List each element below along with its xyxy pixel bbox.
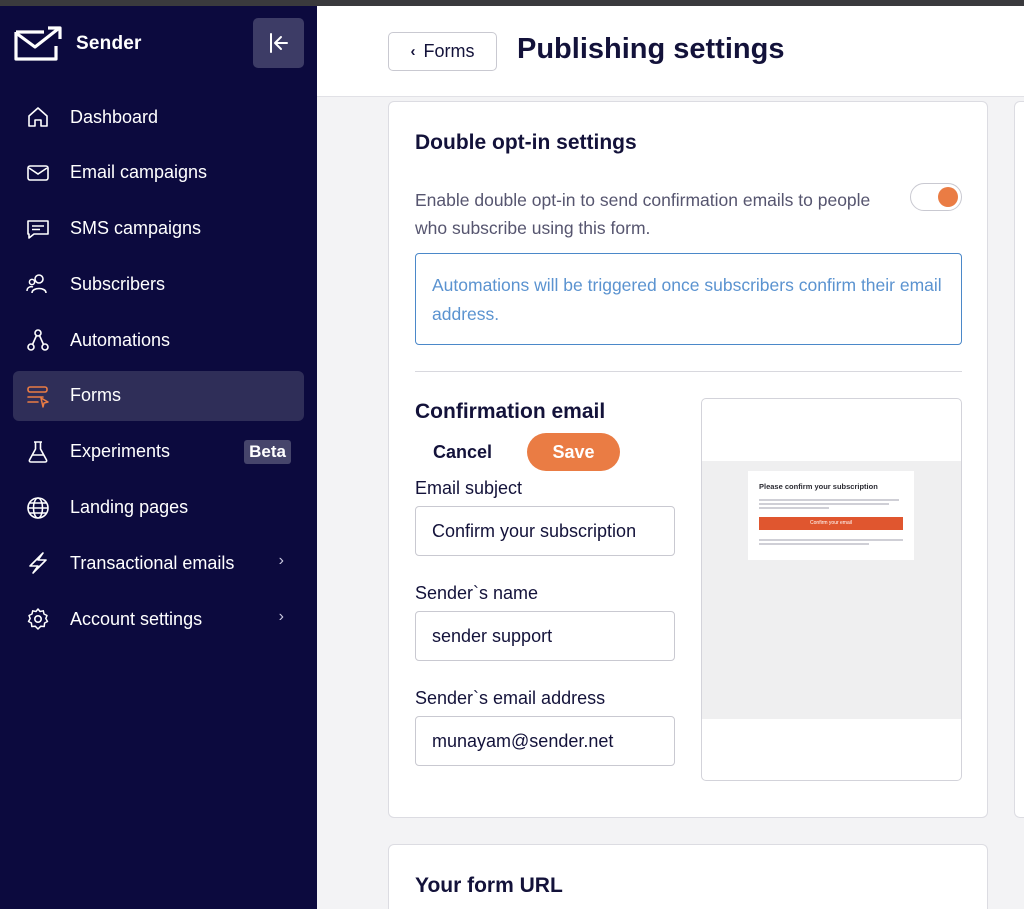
forms-icon — [25, 383, 50, 408]
chat-icon — [25, 216, 50, 241]
toggle-knob — [938, 187, 958, 207]
collapse-left-icon — [269, 33, 288, 53]
sidebar-item-label: Dashboard — [70, 106, 159, 127]
brand-name: Sender — [76, 33, 142, 54]
page-title: Publishing settings — [517, 33, 785, 65]
preview-heading: Please confirm your subscription — [759, 482, 878, 491]
lightning-icon — [25, 551, 50, 576]
sidebar-item-experiments[interactable]: Experiments Beta — [13, 427, 304, 477]
preview-confirm-button: Confirm your email — [759, 517, 903, 530]
automation-info-box: Automations will be triggered once subsc… — [415, 253, 962, 345]
sender-logo-icon — [14, 26, 62, 61]
sidebar-item-label: Subscribers — [70, 273, 166, 294]
sidebar-item-transactional-emails[interactable]: Transactional emails › — [13, 538, 304, 588]
email-subject-label: Email subject — [415, 478, 523, 498]
sidebar-item-email-campaigns[interactable]: Email campaigns — [13, 148, 304, 198]
globe-icon — [25, 495, 50, 520]
double-opt-in-card: Double opt-in settings Enable double opt… — [388, 101, 988, 818]
sidebar-item-label: Account settings — [70, 608, 203, 629]
double-opt-in-description: Enable double opt-in to send confirmatio… — [415, 190, 871, 238]
sidebar-item-subscribers[interactable]: Subscribers — [13, 259, 304, 309]
preview-text-line — [759, 507, 829, 509]
preview-text-line — [759, 503, 889, 505]
sidebar-item-landing-pages[interactable]: Landing pages — [13, 483, 304, 533]
sidebar-item-label: Forms — [70, 385, 121, 406]
double-opt-in-title: Double opt-in settings — [415, 131, 637, 154]
flask-icon — [25, 439, 50, 464]
sidebar-item-automations[interactable]: Automations — [13, 315, 304, 365]
sender-email-label: Sender`s email address — [415, 688, 606, 708]
preview-background: Please confirm your subscription Confirm… — [702, 461, 961, 719]
automation-icon — [25, 328, 50, 353]
preview-text-line — [759, 539, 903, 541]
email-subject-input[interactable] — [415, 506, 675, 556]
sidebar: Sender Dashboard Email campaigns SMS cam… — [0, 6, 317, 909]
section-divider — [415, 371, 962, 372]
sidebar-item-sms-campaigns[interactable]: SMS campaigns — [13, 204, 304, 254]
preview-email-body: Please confirm your subscription Confirm… — [748, 471, 914, 560]
form-url-title: Your form URL — [415, 874, 563, 897]
sidebar-item-label: Experiments — [70, 441, 171, 462]
sidebar-item-label: Landing pages — [70, 497, 189, 518]
email-preview[interactable]: Please confirm your subscription Confirm… — [701, 398, 962, 781]
chevron-left-icon: ‹ — [410, 43, 416, 60]
double-opt-in-toggle[interactable] — [910, 183, 962, 211]
sender-email-input[interactable] — [415, 716, 675, 766]
collapse-sidebar-button[interactable] — [253, 18, 304, 68]
chevron-right-icon: › — [278, 552, 284, 570]
home-icon — [25, 105, 50, 130]
beta-badge: Beta — [244, 439, 291, 464]
confirmation-email-title: Confirmation email — [415, 400, 606, 423]
page-header: ‹ Forms Publishing settings — [317, 6, 1024, 97]
save-button[interactable]: Save — [527, 433, 620, 471]
side-panel-card — [1014, 101, 1024, 818]
sender-name-input[interactable] — [415, 611, 675, 661]
chevron-right-icon: › — [278, 608, 284, 626]
sidebar-item-forms[interactable]: Forms — [13, 370, 304, 421]
back-button-label: Forms — [423, 41, 475, 61]
preview-text-line — [759, 499, 899, 501]
gear-icon — [25, 607, 50, 632]
sidebar-item-label: Transactional emails — [70, 552, 235, 573]
form-url-card: Your form URL — [388, 844, 988, 909]
sidebar-item-label: Email campaigns — [70, 162, 208, 183]
sidebar-nav: Dashboard Email campaigns SMS campaigns … — [13, 92, 304, 650]
sidebar-item-label: Automations — [70, 329, 171, 350]
sender-name-label: Sender`s name — [415, 583, 539, 603]
sidebar-item-label: SMS campaigns — [70, 218, 202, 239]
sidebar-item-account-settings[interactable]: Account settings › — [13, 594, 304, 644]
back-to-forms-button[interactable]: ‹ Forms — [388, 32, 497, 71]
preview-text-line — [759, 543, 869, 545]
users-icon — [25, 272, 50, 297]
mail-icon — [25, 160, 50, 185]
brand-logo[interactable]: Sender — [14, 26, 142, 62]
sidebar-item-dashboard[interactable]: Dashboard — [13, 92, 304, 142]
cancel-button[interactable]: Cancel — [433, 434, 505, 470]
